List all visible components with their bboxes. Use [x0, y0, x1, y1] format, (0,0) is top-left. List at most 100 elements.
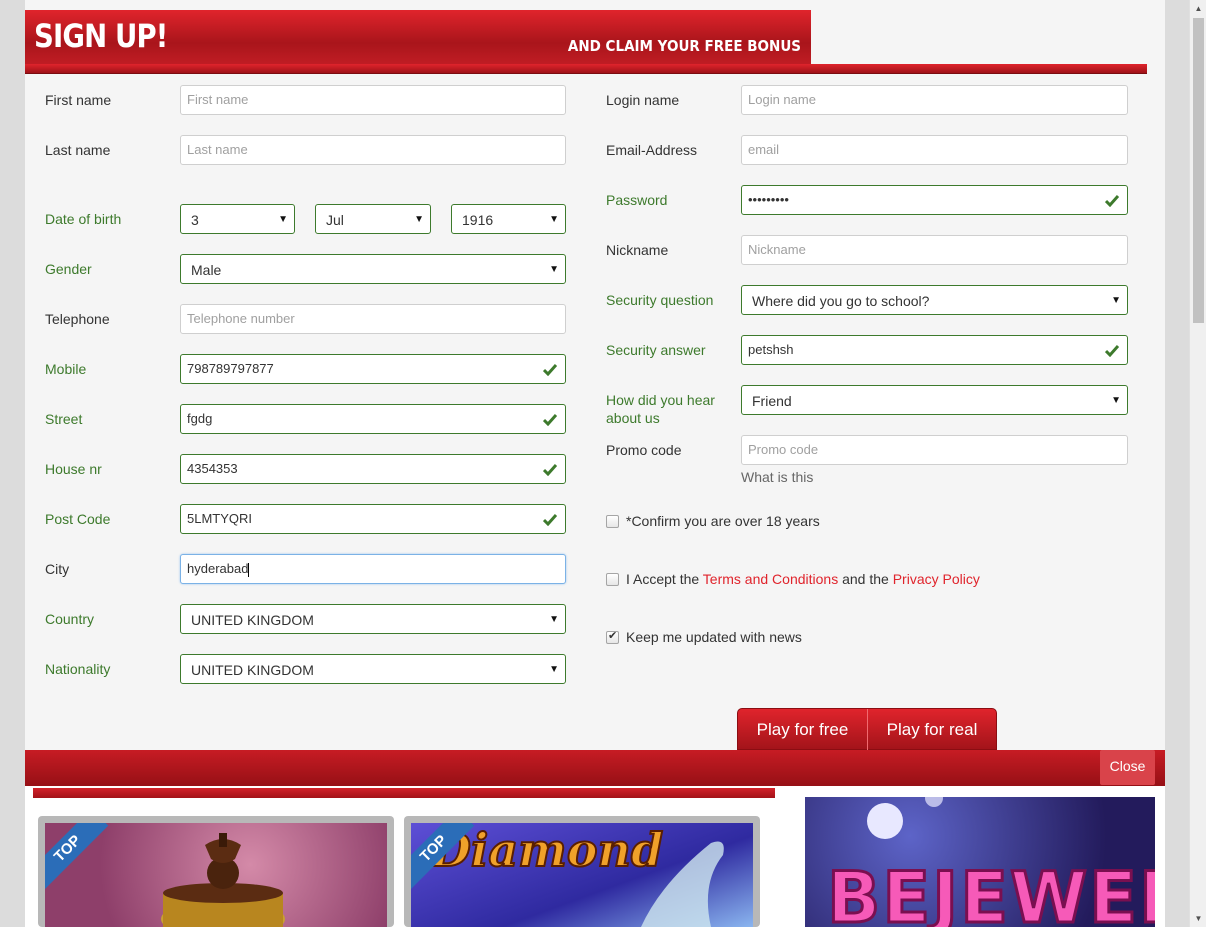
gender-value: Male: [191, 262, 222, 278]
security-question-value: Where did you go to school?: [752, 293, 930, 309]
dob-year-value: 1916: [462, 212, 494, 228]
terms-link[interactable]: Terms and Conditions: [703, 571, 838, 587]
dob-day-select[interactable]: 3 ▼: [180, 204, 295, 234]
background-red-bar: [33, 788, 775, 798]
valid-check-icon: [543, 364, 557, 376]
banner-subtitle: AND CLAIM YOUR FREE BONUS: [567, 37, 801, 55]
gender-label: Gender: [45, 261, 92, 277]
terms-text-mid: and the: [838, 571, 893, 587]
play-button-group: Play for free Play for real: [737, 708, 997, 750]
house-nr-input[interactable]: 4354353: [180, 454, 566, 484]
post-code-label: Post Code: [45, 511, 111, 527]
chevron-down-icon: ▼: [414, 214, 424, 225]
valid-check-icon: [543, 414, 557, 426]
signup-banner: SIGN UP! AND CLAIM YOUR FREE BONUS: [25, 10, 811, 65]
signup-modal: SIGN UP! AND CLAIM YOUR FREE BONUS First…: [25, 0, 1165, 750]
scrollbar-thumb[interactable]: [1193, 18, 1204, 323]
country-select[interactable]: UNITED KINGDOM ▼: [180, 604, 566, 634]
close-button[interactable]: Close: [1100, 750, 1155, 785]
nationality-value: UNITED KINGDOM: [191, 662, 314, 678]
game-tile-bejeweled[interactable]: BEJEWELED: [805, 797, 1155, 927]
telephone-label: Telephone: [45, 311, 110, 327]
dob-month-value: Jul: [326, 212, 344, 228]
mobile-label: Mobile: [45, 361, 87, 377]
security-question-label: Security question: [606, 292, 714, 308]
chocolate-fountain-icon: [161, 833, 285, 927]
nationality-label: Nationality: [45, 661, 111, 677]
scroll-down-icon[interactable]: ▼: [1190, 910, 1206, 927]
promo-help-link[interactable]: What is this: [741, 468, 813, 486]
play-for-real-button[interactable]: Play for real: [868, 709, 996, 750]
game-thumbnail: Diamond TOP: [411, 823, 753, 927]
country-value: UNITED KINGDOM: [191, 612, 314, 628]
street-label: Street: [45, 411, 83, 427]
age-confirm-label: *Confirm you are over 18 years: [626, 513, 820, 529]
gender-select[interactable]: Male ▼: [180, 254, 566, 284]
nickname-input[interactable]: Nickname: [741, 235, 1128, 265]
play-for-free-button[interactable]: Play for free: [738, 709, 868, 750]
promo-code-label: Promo code: [606, 442, 682, 458]
moon-icon: [925, 797, 943, 807]
dob-month-select[interactable]: Jul ▼: [315, 204, 431, 234]
valid-check-icon: [1105, 345, 1119, 357]
terms-checkbox[interactable]: [606, 573, 619, 586]
promo-code-input[interactable]: Promo code: [741, 435, 1128, 465]
telephone-input[interactable]: Telephone number: [180, 304, 566, 334]
chevron-down-icon: ▼: [278, 214, 288, 225]
hear-about-label: How did you hear about us: [606, 392, 715, 426]
chevron-down-icon: ▼: [1111, 295, 1121, 306]
street-input[interactable]: fgdg: [180, 404, 566, 434]
login-name-label: Login name: [606, 92, 680, 108]
news-checkbox[interactable]: [606, 629, 619, 644]
terms-text: I Accept the: [626, 571, 703, 587]
valid-check-icon: [543, 464, 557, 476]
glass-slipper-icon: [641, 841, 724, 927]
last-name-input[interactable]: Last name: [180, 135, 566, 165]
banner-title: SIGN UP!: [34, 17, 168, 55]
chevron-down-icon: ▼: [1111, 395, 1121, 406]
password-input[interactable]: •••••••••: [741, 185, 1128, 215]
password-value: •••••••••: [748, 192, 789, 207]
email-label: Email-Address: [606, 142, 698, 158]
post-code-value: 5LMTYQRI: [187, 511, 253, 526]
valid-check-icon: [1105, 195, 1119, 207]
security-question-select[interactable]: Where did you go to school? ▼: [741, 285, 1128, 315]
security-answer-input[interactable]: petshsh: [741, 335, 1128, 365]
country-label: Country: [45, 611, 95, 627]
scroll-up-icon[interactable]: ▲: [1190, 0, 1206, 17]
security-answer-value: petshsh: [748, 342, 794, 357]
game-tile-chocolate[interactable]: TOP: [38, 816, 394, 927]
chevron-down-icon: ▼: [549, 664, 559, 675]
house-nr-value: 4354353: [187, 461, 238, 476]
password-label: Password: [606, 192, 668, 208]
page-scrollbar[interactable]: ▲ ▼: [1189, 0, 1206, 927]
hear-about-select[interactable]: Friend ▼: [741, 385, 1128, 415]
terms-label: I Accept the Terms and Conditions and th…: [626, 570, 980, 588]
house-nr-label: House nr: [45, 461, 102, 477]
game-thumbnail: TOP: [45, 823, 387, 927]
game-tile-diamond-slipper[interactable]: Diamond TOP: [404, 816, 760, 927]
chevron-down-icon: ▼: [549, 614, 559, 625]
last-name-label: Last name: [45, 142, 111, 158]
moon-icon: [867, 803, 903, 839]
chevron-down-icon: ▼: [549, 214, 559, 225]
first-name-label: First name: [45, 92, 112, 108]
text-cursor: [248, 562, 250, 577]
game-title: BEJEWELED: [826, 856, 1155, 927]
post-code-input[interactable]: 5LMTYQRI: [180, 504, 566, 534]
mobile-input[interactable]: 798789797877: [180, 354, 566, 384]
news-label: Keep me updated with news: [626, 629, 802, 645]
banner-divider: [25, 64, 1147, 74]
privacy-link[interactable]: Privacy Policy: [893, 571, 980, 587]
nickname-label: Nickname: [606, 242, 669, 258]
age-confirm-checkbox[interactable]: [606, 515, 619, 528]
first-name-input[interactable]: First name: [180, 85, 566, 115]
city-value: hyderabad: [187, 561, 249, 576]
security-answer-label: Security answer: [606, 342, 706, 358]
dob-year-select[interactable]: 1916 ▼: [451, 204, 566, 234]
login-name-input[interactable]: Login name: [741, 85, 1128, 115]
email-input[interactable]: email: [741, 135, 1128, 165]
dob-day-value: 3: [191, 212, 199, 228]
nationality-select[interactable]: UNITED KINGDOM ▼: [180, 654, 566, 684]
city-input[interactable]: hyderabad: [180, 554, 566, 584]
